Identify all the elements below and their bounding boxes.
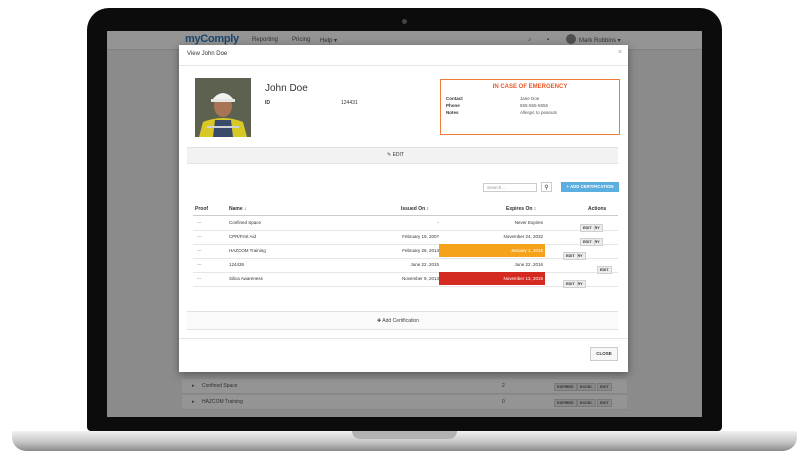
col-expires[interactable]: Expires On ↕ [506, 206, 536, 212]
table-row[interactable]: — CPR/First Aid February 19, 2007 November … [193, 230, 618, 246]
camera-icon [402, 19, 407, 24]
issued-date: February 19, 2007 [402, 234, 439, 239]
divider [179, 338, 628, 339]
edit-person-button[interactable]: ✎ EDIT [387, 152, 404, 158]
emergency-phone-value: 555-555-5555 [520, 103, 549, 108]
edit-bar: ✎ EDIT [187, 147, 618, 164]
expires-cell: November 24, 2032 [439, 230, 545, 243]
expires-cell: Never Expires [439, 216, 545, 229]
expires-cell: January 1, 2016 [439, 244, 545, 257]
divider [179, 65, 628, 66]
issued-date: February 28, 2013 [402, 248, 439, 253]
emergency-contact-label: Contact [446, 96, 463, 101]
edit-button[interactable]: EDIT [563, 280, 578, 288]
emergency-phone-label: Phone [446, 103, 460, 108]
cert-name: Silica Awareness [229, 276, 263, 281]
cert-name: HAZCOM Training [229, 248, 266, 253]
proof-icon[interactable]: — [197, 248, 202, 253]
view-person-modal: View John Doe × John Doe ID 124431 IN CA… [179, 45, 628, 372]
emergency-title: IN CASE OF EMERGENCY [492, 84, 568, 90]
proof-icon[interactable]: — [197, 276, 202, 281]
col-issued[interactable]: Issued On ↕ [401, 206, 429, 212]
proof-icon[interactable]: — [197, 262, 202, 267]
expires-date: January 1, 2016 [510, 248, 543, 253]
screen: myComply Reporting Pricing Help ▾ ♪ ▪ Ma… [107, 31, 702, 417]
emergency-contact-value: Jane Doe [520, 96, 540, 101]
issued-date: November 9, 2013 [401, 276, 439, 281]
add-certification-bar: ✚ Add Certification [187, 311, 618, 330]
expires-date: November 24, 2032 [503, 234, 543, 239]
id-value: 124431 [341, 100, 358, 106]
table-row[interactable]: — HAZCOM Training February 28, 2013 January… [193, 244, 618, 260]
table-row[interactable]: — Silica Awareness November 9, 2013 Novembe… [193, 272, 618, 288]
expires-date: June 22, 2016 [514, 262, 543, 267]
table-row[interactable]: —Confined Space-Never ExpiresHISTORYEDIT [193, 216, 618, 232]
table-row[interactable]: —124436 June 22, 2015 June 22, 2016 EDIT [193, 258, 618, 274]
id-label: ID [265, 100, 270, 106]
laptop-notch [352, 431, 457, 439]
close-button[interactable]: CLOSE [590, 347, 618, 361]
emergency-panel: IN CASE OF EMERGENCY Contact Jane Doe Ph… [440, 79, 620, 135]
modal-title: View John Doe [187, 51, 228, 57]
search-icon[interactable]: ⚲ [541, 182, 552, 192]
col-actions: Actions [588, 206, 607, 212]
proof-icon[interactable]: — [197, 220, 202, 225]
close-icon[interactable]: × [618, 49, 622, 56]
col-proof[interactable]: Proof [195, 206, 208, 212]
emergency-notes-label: Notes [446, 110, 459, 115]
proof-icon[interactable]: — [197, 234, 202, 239]
expires-date: Never Expires [514, 220, 543, 225]
cert-name: Confined Space [229, 220, 262, 225]
emergency-notes-value: Allergic to peanuts [520, 110, 558, 115]
add-certification-button[interactable]: + ADD CERTIFICATION [561, 182, 619, 192]
search-input[interactable]: Search... [483, 183, 537, 192]
expires-date: November 13, 2015 [503, 276, 543, 281]
issued-date: June 22, 2015 [410, 262, 439, 267]
add-certification-link[interactable]: ✚ Add Certification [377, 318, 419, 324]
col-name[interactable]: Name ↓ [229, 206, 247, 212]
person-name: John Doe [265, 83, 308, 94]
cert-name: CPR/First Aid [229, 234, 257, 239]
person-photo [195, 78, 251, 137]
cert-name: 124436 [229, 262, 245, 267]
expires-cell: November 13, 2015 [439, 272, 545, 285]
expires-cell: June 22, 2016 [439, 258, 545, 271]
